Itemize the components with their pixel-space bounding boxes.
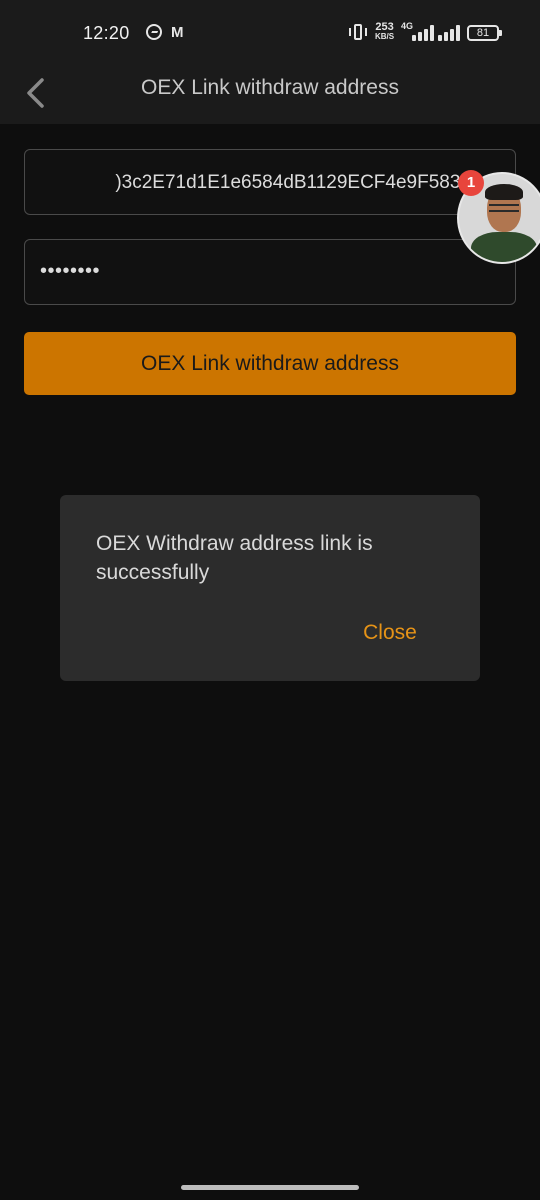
signal-icon-2 bbox=[438, 25, 462, 41]
gmail-icon: M bbox=[171, 24, 184, 41]
battery-level: 81 bbox=[476, 27, 490, 39]
home-gesture-handle[interactable] bbox=[181, 1185, 359, 1190]
vibrate-icon bbox=[349, 24, 367, 40]
battery-icon: 81 bbox=[467, 25, 502, 41]
page-title: OEX Link withdraw address bbox=[141, 76, 399, 99]
app-header: OEX Link withdraw address bbox=[0, 62, 540, 124]
avatar-glasses bbox=[489, 204, 519, 212]
messenger-icon bbox=[146, 24, 162, 40]
status-bar: 12:20 M 253 KB/S 4G 81 bbox=[0, 0, 540, 62]
status-time: 12:20 bbox=[83, 23, 130, 43]
dialog-close-button[interactable]: Close bbox=[350, 617, 430, 649]
nav-bar bbox=[0, 1176, 540, 1200]
password-input-value: •••••••• bbox=[40, 260, 101, 282]
address-input-value: )3c2E71d1E1e6584dB1129ECF4e9F5833 bbox=[115, 172, 471, 193]
dialog-message: OEX Withdraw address link is successfull… bbox=[96, 532, 373, 584]
signal-icon bbox=[412, 25, 436, 41]
net-speed-unit: KB/S bbox=[375, 32, 395, 41]
net-speed-value: 253 bbox=[375, 21, 394, 33]
avatar-hair bbox=[485, 184, 523, 200]
address-input[interactable]: )3c2E71d1E1e6584dB1129ECF4e9F5833 bbox=[24, 149, 516, 215]
password-input[interactable]: •••••••• bbox=[24, 239, 516, 305]
net-speed: 253 KB/S bbox=[375, 22, 394, 42]
chat-head-badge: 1 bbox=[458, 170, 484, 196]
avatar-body bbox=[471, 232, 537, 262]
success-dialog: OEX Withdraw address link is successfull… bbox=[60, 495, 480, 681]
link-withdraw-address-button[interactable]: OEX Link withdraw address bbox=[24, 332, 516, 395]
